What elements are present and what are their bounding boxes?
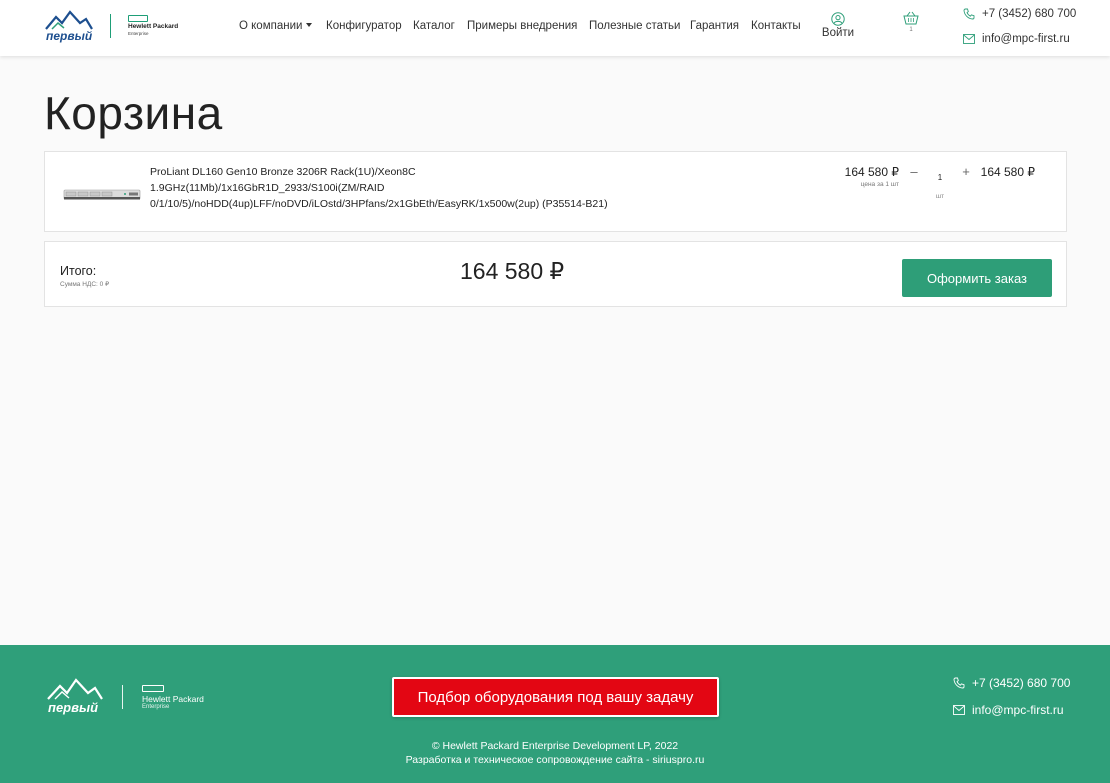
logo-text: первый xyxy=(46,29,93,43)
equipment-selection-button[interactable]: Подбор оборудования под вашу задачу xyxy=(392,677,719,717)
caret-down-icon xyxy=(306,23,313,27)
quantity-decrease-button[interactable]: – xyxy=(907,164,921,179)
user-icon xyxy=(831,12,845,26)
nav-about[interactable]: О компании xyxy=(239,20,313,32)
footer-hpe-logo[interactable]: Hewlett Packard Enterprise xyxy=(142,685,212,711)
quantity-input[interactable] xyxy=(929,173,951,182)
footer-phone-icon xyxy=(953,677,965,689)
cart-item-unit-price: 164 580 ₽ xyxy=(844,165,899,179)
footer-email-text: info@mpc-first.ru xyxy=(972,703,1064,717)
footer-logo-text: первый xyxy=(48,700,98,715)
footer-mail-icon xyxy=(953,705,965,715)
cart-item-unit-note: цена за 1 шт xyxy=(860,181,899,188)
cart-item-total: 164 580 ₽ xyxy=(980,165,1035,179)
mail-icon xyxy=(963,34,975,44)
cart-summary: Итого: Сумма НДС: 0 ₽ 164 580 ₽ Оформить… xyxy=(44,241,1067,307)
developer-credit-link[interactable]: Разработка и техническое сопровождение с… xyxy=(0,754,1110,766)
basket-icon xyxy=(903,11,919,25)
cart-item-name[interactable]: ProLiant DL160 Gen10 Bronze 3206R Rack(1… xyxy=(150,164,650,212)
logo-divider xyxy=(110,14,111,38)
footer-hpe-rectangle-icon xyxy=(142,685,164,692)
footer-pervyi-logo[interactable]: первый xyxy=(46,677,104,717)
vat-label: Сумма НДС: 0 ₽ xyxy=(60,281,110,288)
checkout-button[interactable]: Оформить заказ xyxy=(902,259,1052,297)
cart-item: ProLiant DL160 Gen10 Bronze 3206R Rack(1… xyxy=(44,151,1067,232)
site-header: первый Hewlett Packard Enterprise О комп… xyxy=(0,0,1110,56)
footer-logo-divider xyxy=(122,685,123,709)
header-phone[interactable]: +7 (3452) 680 700 xyxy=(963,8,1076,20)
cart-button[interactable]: 1 xyxy=(900,11,922,33)
quantity-unit: шт xyxy=(935,193,945,200)
footer-phone-text: +7 (3452) 680 700 xyxy=(972,676,1071,690)
hpe-logo[interactable]: Hewlett Packard Enterprise xyxy=(128,15,184,37)
page-title: Корзина xyxy=(44,87,223,139)
site-footer: первый Hewlett Packard Enterprise Подбор… xyxy=(0,645,1110,783)
login-button[interactable]: Войти xyxy=(818,12,858,39)
total-label: Итого: xyxy=(60,264,97,278)
server-product-image[interactable] xyxy=(63,186,141,202)
header-phone-text: +7 (3452) 680 700 xyxy=(982,8,1077,20)
nav-about-label: О компании xyxy=(239,20,303,32)
total-amount: 164 580 ₽ xyxy=(460,258,565,284)
pervyi-logo[interactable]: первый xyxy=(44,9,94,45)
nav-contacts[interactable]: Контакты xyxy=(751,20,801,32)
nav-warranty[interactable]: Гарантия xyxy=(690,20,739,32)
footer-phone[interactable]: +7 (3452) 680 700 xyxy=(953,676,1070,690)
hpe-rectangle-icon xyxy=(128,15,148,22)
footer-hpe-name: Hewlett Packard xyxy=(142,694,204,704)
quantity-increase-button[interactable]: + xyxy=(959,164,973,179)
phone-icon xyxy=(963,8,975,20)
nav-catalog[interactable]: Каталог xyxy=(413,20,455,32)
cart-count-badge: 1 xyxy=(909,27,913,33)
header-email-text: info@mpc-first.ru xyxy=(982,33,1070,45)
nav-cases[interactable]: Примеры внедрения xyxy=(467,20,577,32)
nav-configurator[interactable]: Конфигуратор xyxy=(326,20,402,32)
hpe-sub: Enterprise xyxy=(128,31,149,36)
nav-articles[interactable]: Полезные статьи xyxy=(589,20,680,32)
footer-email[interactable]: info@mpc-first.ru xyxy=(953,703,1064,717)
header-email[interactable]: info@mpc-first.ru xyxy=(963,33,1070,45)
login-label: Войти xyxy=(821,27,855,39)
footer-hpe-sub: Enterprise xyxy=(142,704,170,710)
copyright-text: © Hewlett Packard Enterprise Development… xyxy=(431,740,679,752)
hpe-name: Hewlett Packard xyxy=(128,23,179,30)
